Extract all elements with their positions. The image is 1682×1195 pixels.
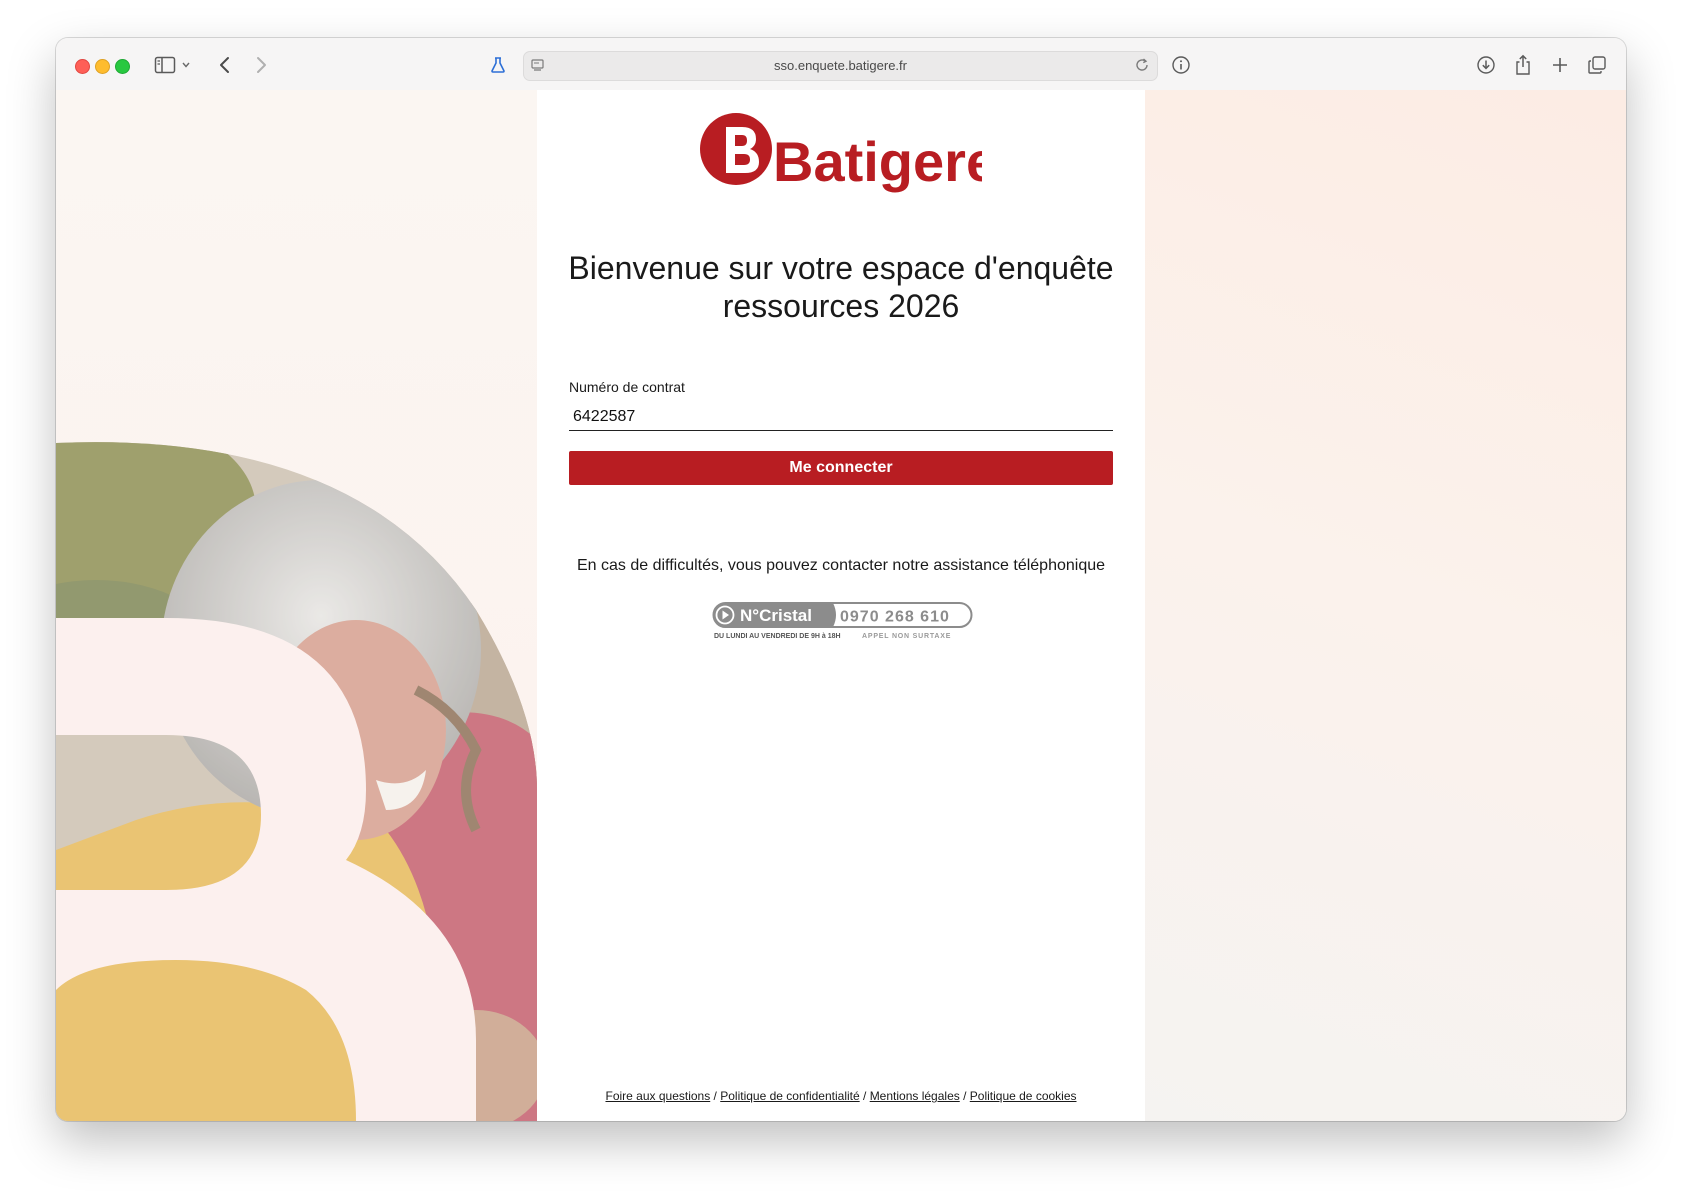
flask-icon[interactable]	[484, 51, 512, 79]
legal-notice-link[interactable]: Mentions légales	[870, 1089, 960, 1103]
login-panel: Batigere Bienvenue sur votre espace d'en…	[537, 90, 1145, 1121]
sidebar-icon[interactable]	[151, 51, 179, 79]
browser-window: sso.enquete.batigere.fr Batigere Bienven…	[56, 38, 1626, 1121]
back-icon[interactable]	[211, 51, 239, 79]
cookie-policy-link[interactable]: Politique de cookies	[970, 1089, 1077, 1103]
new-tab-icon[interactable]	[1546, 51, 1574, 79]
page-content: Batigere Bienvenue sur votre espace d'en…	[56, 90, 1626, 1121]
close-window-button[interactable]	[75, 59, 90, 74]
share-icon[interactable]	[1509, 51, 1537, 79]
hero-photo-panel	[56, 90, 537, 1121]
address-bar[interactable]: sso.enquete.batigere.fr	[523, 51, 1158, 81]
reload-icon[interactable]	[1134, 57, 1150, 78]
info-icon[interactable]	[1167, 51, 1195, 79]
tabs-overview-icon[interactable]	[1583, 51, 1611, 79]
url-text: sso.enquete.batigere.fr	[774, 58, 907, 73]
cristal-label: N°Cristal	[740, 606, 812, 625]
cristal-phone-badge: N°Cristal 0970 268 610 DU LUNDI AU VENDR…	[712, 602, 973, 640]
footer-separator: /	[959, 1089, 970, 1103]
browser-toolbar: sso.enquete.batigere.fr	[56, 38, 1626, 91]
hero-photo	[56, 442, 537, 1121]
contract-number-label: Numéro de contrat	[569, 379, 685, 395]
footer-separator: /	[710, 1089, 721, 1103]
minimize-window-button[interactable]	[95, 59, 110, 74]
footer-links: Foire aux questions / Politique de confi…	[537, 1089, 1145, 1103]
faq-link[interactable]: Foire aux questions	[605, 1089, 710, 1103]
download-icon[interactable]	[1472, 51, 1500, 79]
phone-note: APPEL NON SURTAXE	[862, 633, 951, 640]
logo-wordmark: Batigere	[773, 130, 982, 193]
batigere-logo: Batigere	[700, 113, 982, 193]
contract-number-input[interactable]	[569, 403, 1113, 431]
zoom-window-button[interactable]	[115, 59, 130, 74]
page-title-line2: ressources 2026	[722, 288, 960, 324]
chevron-down-icon[interactable]	[178, 51, 194, 79]
phone-hours: DU LUNDI AU VENDREDI DE 9H à 18H	[714, 633, 841, 640]
phone-number: 0970 268 610	[840, 609, 950, 626]
forward-icon[interactable]	[247, 51, 275, 79]
footer-separator: /	[859, 1089, 870, 1103]
privacy-policy-link[interactable]: Politique de confidentialité	[720, 1089, 859, 1103]
page-title: Bienvenue sur votre espace d'enquête res…	[537, 249, 1145, 325]
page-title-line1: Bienvenue sur votre espace d'enquête	[568, 250, 1114, 286]
login-button[interactable]: Me connecter	[569, 451, 1113, 485]
help-text: En cas de difficultés, vous pouvez conta…	[576, 557, 1106, 574]
right-background-panel	[1145, 90, 1626, 1121]
